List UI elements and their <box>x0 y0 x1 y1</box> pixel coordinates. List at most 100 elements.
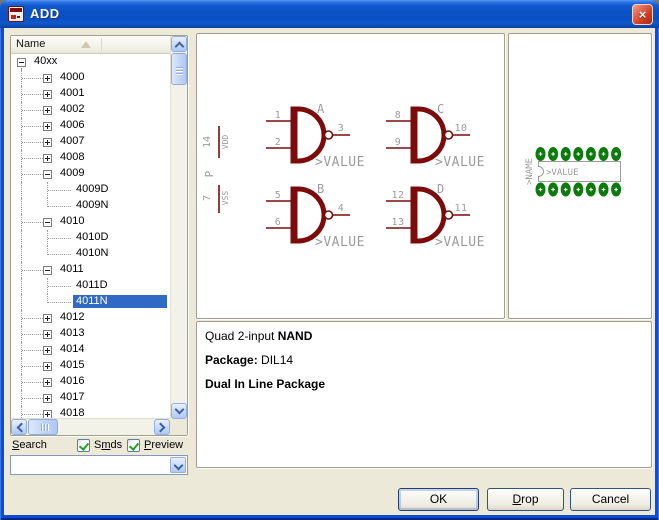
tree-item-4009N[interactable]: 4009N <box>11 198 170 214</box>
tree-item-label[interactable]: 4015 <box>57 359 87 372</box>
tree-item-40xx[interactable]: 40xx <box>11 54 170 70</box>
horizontal-scroll-thumb[interactable] <box>28 419 58 435</box>
cancel-button[interactable]: Cancel <box>570 488 651 511</box>
tree-item-label[interactable]: 4011N <box>73 295 167 308</box>
tree-item-4013[interactable]: 4013 <box>11 326 170 342</box>
tree-item-4001[interactable]: 4001 <box>11 86 170 102</box>
schematic-preview: 14 VDD P 7 VSS 123A>VALUE564B>VALUE8910C… <box>197 34 504 318</box>
preview-checkbox[interactable] <box>127 439 140 452</box>
tree-item-4006[interactable]: 4006 <box>11 118 170 134</box>
tree-item-4012[interactable]: 4012 <box>11 310 170 326</box>
tree-item-4018[interactable]: 4018 <box>11 406 170 418</box>
tree-item-label[interactable]: 4018 <box>57 407 87 418</box>
tree-item-label[interactable]: 4016 <box>57 375 87 388</box>
tree-item-label[interactable]: 4002 <box>57 103 87 116</box>
collapse-icon[interactable] <box>43 170 52 179</box>
tree-item-label[interactable]: 4009 <box>57 167 87 180</box>
expand-icon[interactable] <box>43 394 52 403</box>
svg-text:C: C <box>437 102 445 116</box>
tree-item-4017[interactable]: 4017 <box>11 390 170 406</box>
tree-item-4009[interactable]: 4009 <box>11 166 170 182</box>
library-tree: 40xx 4000 4001 4002 4006 4007 4008 4009 4009D 400… <box>11 54 170 418</box>
tree-item-label[interactable]: 4009D <box>73 183 111 196</box>
svg-text:14: 14 <box>202 136 213 148</box>
expand-icon[interactable] <box>43 346 52 355</box>
chevron-right-icon <box>156 423 166 433</box>
expand-icon[interactable] <box>43 154 52 163</box>
tree-item-4014[interactable]: 4014 <box>11 342 170 358</box>
add-dialog: ADD × Name 40xx4000400140024006400740084… <box>0 0 659 520</box>
expand-icon[interactable] <box>43 378 52 387</box>
tree-item-label[interactable]: 4010D <box>73 231 111 244</box>
expand-icon[interactable] <box>43 74 52 83</box>
library-tree-panel: Name 40xx 4000 4001 4002 4006 4007 4008 4009 400… <box>10 35 188 436</box>
tree-item-label[interactable]: 4010N <box>73 247 111 260</box>
svg-text:P: P <box>203 170 216 177</box>
chevron-left-icon <box>17 423 27 433</box>
collapse-icon[interactable] <box>17 58 26 67</box>
vertical-scroll-thumb[interactable] <box>171 53 187 85</box>
collapse-icon[interactable] <box>43 218 52 227</box>
preview-label[interactable]: Preview <box>144 439 183 451</box>
tree-item-label[interactable]: 4010 <box>57 215 87 228</box>
tree-column-header-name[interactable]: Name <box>11 36 171 54</box>
ok-button[interactable]: OK <box>398 488 479 511</box>
tree-item-4010[interactable]: 4010 <box>11 214 170 230</box>
tree-item-4016[interactable]: 4016 <box>11 374 170 390</box>
expand-icon[interactable] <box>43 122 52 131</box>
tree-item-label[interactable]: 4013 <box>57 327 87 340</box>
tree-item-label[interactable]: 4001 <box>57 87 87 100</box>
expand-icon[interactable] <box>43 410 52 418</box>
expand-icon[interactable] <box>43 314 52 323</box>
tree-item-4011[interactable]: 4011 <box>11 262 170 278</box>
tree-item-label[interactable]: 4012 <box>57 311 87 324</box>
tree-item-4011N[interactable]: 4011N <box>11 294 170 310</box>
tree-item-label[interactable]: 40xx <box>31 55 60 68</box>
tree-item-label[interactable]: 4007 <box>57 135 87 148</box>
close-button[interactable]: × <box>632 4 653 25</box>
combo-dropdown-button[interactable] <box>170 457 186 473</box>
description-panel: Quad 2-input NAND Package: DIL14 Dual In… <box>196 321 652 468</box>
power-symbol-p: 14 VDD P 7 VSS <box>202 126 230 213</box>
tree-item-label[interactable]: 4017 <box>57 391 87 404</box>
expand-icon[interactable] <box>43 330 52 339</box>
tree-vertical-scrollbar[interactable] <box>170 36 187 419</box>
scrollbar-corner <box>170 419 187 435</box>
tree-item-4010D[interactable]: 4010D <box>11 230 170 246</box>
tree-item-label[interactable]: 4011 <box>57 263 87 276</box>
tree-item-4002[interactable]: 4002 <box>11 102 170 118</box>
smds-label[interactable]: Smds <box>94 439 122 451</box>
scroll-up-button[interactable] <box>171 36 187 52</box>
tree-item-label[interactable]: 4011D <box>73 279 111 292</box>
tree-item-label[interactable]: 4014 <box>57 343 87 356</box>
drop-button[interactable]: Drop <box>487 488 564 511</box>
scroll-right-button[interactable] <box>154 419 170 435</box>
svg-text:>VALUE: >VALUE <box>315 235 365 250</box>
svg-text:7: 7 <box>202 195 213 201</box>
tree-horizontal-scrollbar[interactable] <box>11 418 170 435</box>
svg-text:VSS: VSS <box>221 191 230 206</box>
tree-item-label[interactable]: 4000 <box>57 71 87 84</box>
expand-icon[interactable] <box>43 90 52 99</box>
expand-icon[interactable] <box>43 138 52 147</box>
expand-icon[interactable] <box>43 362 52 371</box>
expand-icon[interactable] <box>43 106 52 115</box>
tree-item-4011D[interactable]: 4011D <box>11 278 170 294</box>
smds-checkbox[interactable] <box>77 439 90 452</box>
tree-item-4008[interactable]: 4008 <box>11 150 170 166</box>
tree-item-4007[interactable]: 4007 <box>11 134 170 150</box>
svg-text:>VALUE: >VALUE <box>435 155 485 170</box>
tree-item-4009D[interactable]: 4009D <box>11 182 170 198</box>
svg-text:D: D <box>437 182 445 196</box>
tree-item-4010N[interactable]: 4010N <box>11 246 170 262</box>
tree-item-4015[interactable]: 4015 <box>11 358 170 374</box>
collapse-icon[interactable] <box>43 266 52 275</box>
tree-item-4000[interactable]: 4000 <box>11 70 170 86</box>
tree-item-label[interactable]: 4006 <box>57 119 87 132</box>
search-combobox[interactable] <box>10 455 188 475</box>
scroll-left-button[interactable] <box>11 419 27 435</box>
tree-item-label[interactable]: 4009N <box>73 199 111 212</box>
nand-gate-A: 123A>VALUE <box>266 102 365 170</box>
scroll-down-button[interactable] <box>171 403 187 419</box>
tree-item-label[interactable]: 4008 <box>57 151 87 164</box>
